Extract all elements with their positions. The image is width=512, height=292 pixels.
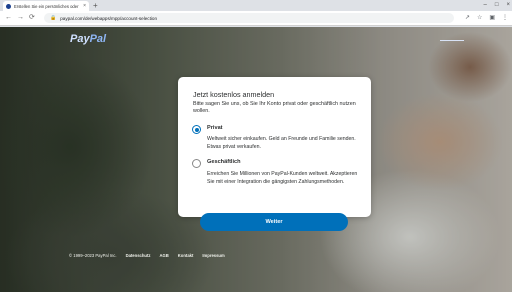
menu-icon[interactable]: ⋮ xyxy=(502,14,508,22)
radio-geschaeftlich[interactable] xyxy=(192,159,201,168)
window-controls: – □ × xyxy=(484,0,510,10)
paypal-logo[interactable]: PayPal xyxy=(70,33,106,45)
share-icon[interactable]: ↗ xyxy=(465,14,470,22)
close-window-icon[interactable]: × xyxy=(506,0,510,10)
footer-link-kontakt[interactable]: Kontakt xyxy=(178,253,194,258)
tab-close-icon[interactable]: × xyxy=(83,3,86,9)
browser-tab-bar: Erstellen Sie ein persönliches oder × + … xyxy=(0,0,512,11)
footer-link-agb[interactable]: AGB xyxy=(159,253,168,258)
card-subtitle: Bitte sagen Sie uns, ob Sie Ihr Konto pr… xyxy=(193,101,356,115)
reload-icon[interactable]: ⟳ xyxy=(29,14,35,22)
minimize-icon[interactable]: – xyxy=(484,0,487,10)
new-tab-button[interactable]: + xyxy=(93,1,98,10)
address-bar[interactable]: 🔒 paypal.com/de/webapps/mpp/account-sele… xyxy=(44,13,454,23)
option-label-privat[interactable]: Privat xyxy=(207,125,223,131)
weiter-button[interactable]: Weiter xyxy=(200,213,348,231)
footer-link-datenschutz[interactable]: Datenschutz xyxy=(126,253,151,258)
forward-icon[interactable]: → xyxy=(17,14,24,22)
paypal-favicon-icon xyxy=(6,3,11,9)
account-type-card: Jetzt kostenlos anmelden Bitte sagen Sie… xyxy=(178,77,371,231)
footer-link-impressum[interactable]: Impressum xyxy=(202,253,224,258)
back-icon[interactable]: ← xyxy=(5,14,12,22)
page-background: PayPal Jetzt kostenlos anmelden Bitte sa… xyxy=(0,27,512,292)
option-desc-geschaeftlich: Erreichen Sie Millionen von PayPal-Kunde… xyxy=(207,171,358,185)
bookmark-star-icon[interactable]: ☆ xyxy=(477,14,482,22)
toolbar-icons: ↗ ☆ ▣ ⋮ xyxy=(465,14,508,22)
browser-tab[interactable]: Erstellen Sie ein persönliches oder × xyxy=(3,1,89,11)
footer-copyright: © 1999–2023 PayPal Inc. xyxy=(69,253,117,258)
extensions-icon[interactable]: ▣ xyxy=(489,14,495,22)
tab-title: Erstellen Sie ein persönliches oder xyxy=(14,3,79,9)
maximize-icon[interactable]: □ xyxy=(495,0,499,10)
card-title: Jetzt kostenlos anmelden xyxy=(193,90,275,99)
radio-privat[interactable] xyxy=(192,125,201,134)
header-link[interactable] xyxy=(440,40,464,41)
option-desc-privat: Weltweit sicher einkaufen. Geld an Freun… xyxy=(207,136,356,150)
lock-icon: 🔒 xyxy=(50,15,57,21)
footer: © 1999–2023 PayPal Inc. Datenschutz AGB … xyxy=(69,253,225,258)
option-label-geschaeftlich[interactable]: Geschäftlich xyxy=(207,159,241,165)
browser-toolbar: ← → ⟳ 🔒 paypal.com/de/webapps/mpp/accoun… xyxy=(0,11,512,26)
url-text: paypal.com/de/webapps/mpp/account-select… xyxy=(60,15,158,21)
